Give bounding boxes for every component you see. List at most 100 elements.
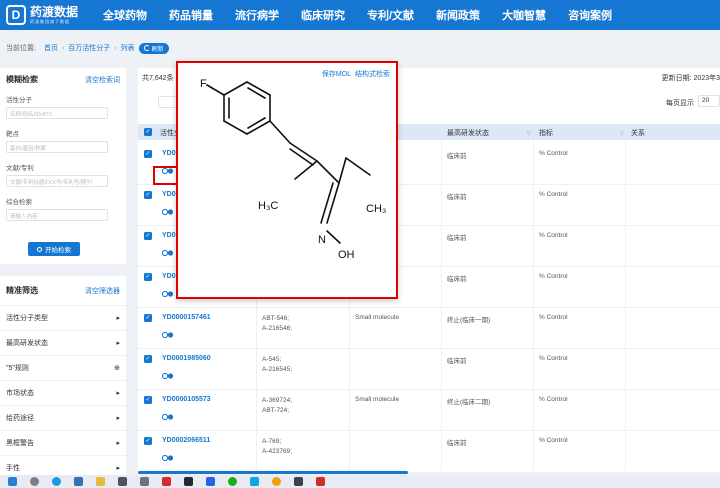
start-search-button[interactable]: 开始检索 <box>28 242 80 256</box>
row-checkbox[interactable]: ✓ <box>144 396 152 404</box>
indicator: % Control <box>539 437 568 444</box>
nav-item-epidemiology[interactable]: 流行病学 <box>224 7 290 23</box>
structure-popup: 保存MOL 结构式检索 F H₃C CH₃ N OH <box>176 61 398 299</box>
top-nav: D 药渡数据 药渡集团旗下数据 全球药物 药品销量 流行病学 临床研究 专利/文… <box>0 0 720 30</box>
select-all-checkbox[interactable]: ✓ <box>144 128 152 136</box>
row-checkbox[interactable]: ✓ <box>144 437 152 445</box>
highest-status: 终止(临床二期) <box>447 399 491 406</box>
nav-item-global-drugs[interactable]: 全球药物 <box>92 7 158 23</box>
molecule-id-link[interactable]: YD0 <box>162 191 176 198</box>
files-icon[interactable] <box>74 477 83 486</box>
column-header-relation[interactable]: 关系 <box>631 128 645 138</box>
molecule-id-link[interactable]: YD0000105573 <box>162 396 211 403</box>
breadcrumb-separator: › <box>61 44 65 52</box>
breadcrumb-home[interactable]: 首页 <box>44 43 58 53</box>
chevron-right-icon: ▸ <box>116 465 120 472</box>
fuzzy-search-panel: 模糊检索 清空检索词 活性分子 名称/别名/ID/ATC 靶点 蛋白/基因/种属… <box>0 68 126 264</box>
nav-item-news-policy[interactable]: 新闻政策 <box>425 7 491 23</box>
brand-logo[interactable]: D 药渡数据 药渡集团旗下数据 <box>6 5 92 25</box>
table-row[interactable]: ✓ YD0000105573 A-369724; ABT-724; Small m… <box>138 390 720 431</box>
nav-item-drug-sales[interactable]: 药品销量 <box>158 7 224 23</box>
browser-icon[interactable] <box>272 477 281 486</box>
per-page-select[interactable]: 20 <box>698 95 720 107</box>
general-search-input[interactable]: 请输入内容 <box>6 209 108 221</box>
search-icon[interactable] <box>30 477 39 486</box>
search-panel-title: 模糊检索 <box>6 75 38 84</box>
table-row[interactable]: ✓ YD0002066511 A-769; A-423769; 临床前 % Con… <box>138 431 720 472</box>
table-row[interactable]: ✓ YD0000157461 ABT-546; A-216546; Small m… <box>138 308 720 349</box>
column-header-indicator[interactable]: 指标 <box>539 128 553 138</box>
field-label-general: 综合检索 <box>6 199 32 206</box>
row-checkbox[interactable]: ✓ <box>144 232 152 240</box>
structure-icon[interactable] <box>162 413 174 421</box>
indicator: % Control <box>539 232 568 239</box>
structure-icon[interactable] <box>162 208 174 216</box>
field-label-target: 靶点 <box>6 131 19 138</box>
highest-status: 临床前 <box>447 440 467 447</box>
logo-icon: D <box>6 5 26 25</box>
nav-item-clinical-research[interactable]: 临床研究 <box>290 7 356 23</box>
molecule-id-link[interactable]: YD0002066511 <box>162 437 210 444</box>
molecule-code: A-545; <box>262 356 282 363</box>
highest-status: 临床前 <box>447 358 467 365</box>
chevron-right-icon: ▸ <box>116 315 120 322</box>
nav-item-consulting-cases[interactable]: 咨询案例 <box>557 7 623 23</box>
nav-item-patents-literature[interactable]: 专利/文献 <box>356 7 425 23</box>
structure-icon[interactable] <box>162 249 174 257</box>
row-checkbox[interactable]: ✓ <box>144 191 152 199</box>
nav-item-expert-insights[interactable]: 大咖智慧 <box>491 7 557 23</box>
filter-panel-title: 精准筛选 <box>6 286 38 295</box>
structure-icon[interactable] <box>162 290 174 298</box>
molecule-code: ABT-546; <box>262 315 290 322</box>
clear-filters-link[interactable]: 清空筛选器 <box>85 286 120 296</box>
clear-search-link[interactable]: 清空检索词 <box>85 75 120 85</box>
wps-icon[interactable] <box>316 477 325 486</box>
horizontal-scrollbar[interactable] <box>138 471 408 474</box>
structure-icon[interactable] <box>162 372 174 380</box>
filter-highest-status[interactable]: 最高研发状态 ▸ <box>0 331 126 356</box>
filter-rule-of-five[interactable]: "5"规则 ⊕ <box>0 356 126 381</box>
row-checkbox[interactable]: ✓ <box>144 314 152 322</box>
breadcrumb-section[interactable]: 百万活性分子 <box>68 43 110 53</box>
filter-molecule-type[interactable]: 活性分子类型 ▸ <box>0 306 126 331</box>
refresh-button[interactable]: 刷新 <box>138 42 169 54</box>
filter-label: "5"规则 <box>6 365 29 372</box>
folder-icon[interactable] <box>96 477 105 486</box>
breadcrumb-page[interactable]: 列表 <box>121 43 135 53</box>
filter-icon[interactable]: ▽ <box>620 131 624 137</box>
molecule-id-link[interactable]: YD0 <box>162 232 176 239</box>
molecule-code: A-769; <box>262 438 282 445</box>
row-checkbox[interactable]: ✓ <box>144 273 152 281</box>
filter-route[interactable]: 给药途径 ▸ <box>0 406 126 431</box>
table-row[interactable]: ✓ YD0001985060 A-545; A-216545; 临床前 % Con… <box>138 349 720 390</box>
molecule-id-link[interactable]: YD0 <box>162 273 176 280</box>
molecule-id-link[interactable]: YD0000157461 <box>162 314 211 321</box>
literature-search-input[interactable]: 文献/专利标题/DOI号/专利号/期刊 <box>6 175 108 187</box>
target-search-input[interactable]: 蛋白/基因/种属 <box>6 141 108 153</box>
structure-icon[interactable] <box>162 454 174 462</box>
filter-market-status[interactable]: 市场状态 ▸ <box>0 381 126 406</box>
terminal-icon[interactable] <box>184 477 193 486</box>
chevron-right-icon: ▸ <box>116 390 120 397</box>
column-header-status[interactable]: 最高研发状态 <box>447 128 489 138</box>
windows-icon[interactable] <box>8 477 17 486</box>
filter-black-box[interactable]: 黑框警告 ▸ <box>0 431 126 456</box>
app-icon[interactable] <box>206 477 215 486</box>
app-icon[interactable] <box>118 477 127 486</box>
molecule-search-input[interactable]: 名称/别名/ID/ATC <box>6 107 108 119</box>
app-icon[interactable] <box>294 477 303 486</box>
wps-icon[interactable] <box>162 477 171 486</box>
atom-label-ch3-left: H₃C <box>258 200 278 212</box>
molecule-id-link[interactable]: YD0001985060 <box>162 355 211 362</box>
app-icon[interactable] <box>250 477 259 486</box>
row-checkbox[interactable]: ✓ <box>144 150 152 158</box>
wechat-icon[interactable] <box>228 477 237 486</box>
app-icon[interactable] <box>140 477 149 486</box>
structure-icon[interactable] <box>162 331 174 339</box>
row-checkbox[interactable]: ✓ <box>144 355 152 363</box>
atom-label-n: N <box>318 234 326 246</box>
edge-icon[interactable] <box>52 477 61 486</box>
filter-icon[interactable]: ▽ <box>527 131 531 137</box>
molecule-code: A-216546; <box>262 325 292 332</box>
molecule-id-link[interactable]: YD0 <box>162 150 176 157</box>
